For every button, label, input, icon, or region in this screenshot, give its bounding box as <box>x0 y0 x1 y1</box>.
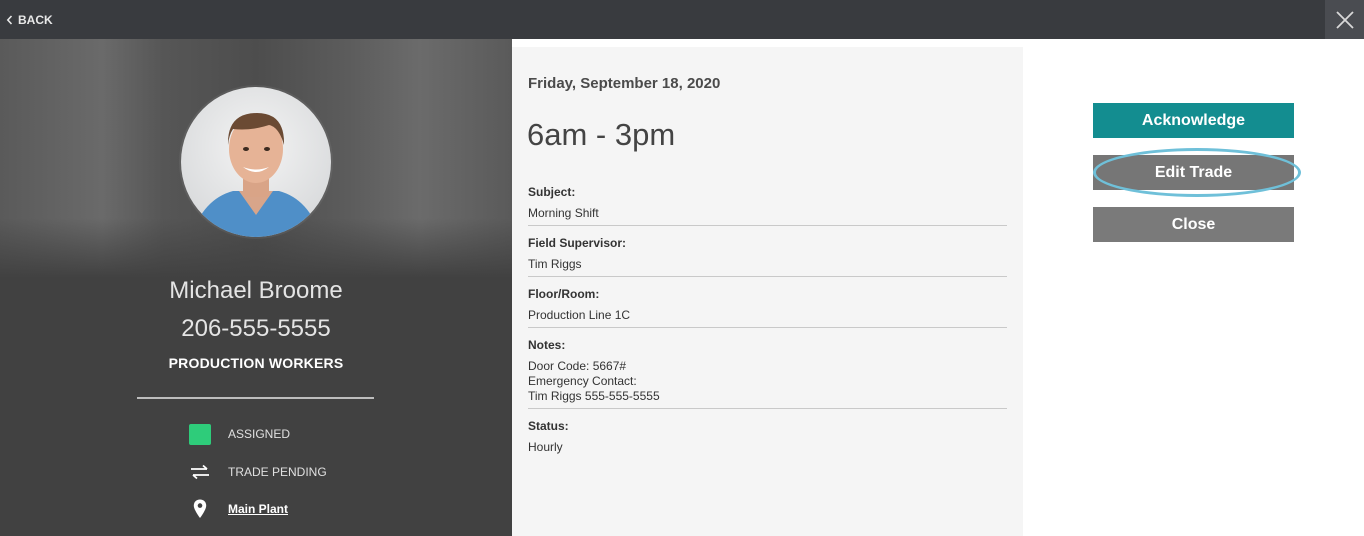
field-value: Production Line 1C <box>528 308 631 322</box>
employee-phone: 206-555-5555 <box>181 315 331 342</box>
field-subject: Subject: Morning Shift <box>528 185 1007 226</box>
field-value: Hourly <box>528 440 563 454</box>
back-button[interactable]: BACK <box>6 12 53 28</box>
back-label: BACK <box>18 13 53 27</box>
legend-trade-pending: TRADE PENDING <box>188 461 327 483</box>
acknowledge-button[interactable]: Acknowledge <box>1093 103 1294 138</box>
shift-details-panel: Friday, September 18, 2020 6am - 3pm Sub… <box>512 47 1023 536</box>
top-bar: BACK <box>0 0 1364 39</box>
location-link[interactable]: Main Plant <box>228 502 288 516</box>
employee-name: Michael Broome <box>169 277 343 304</box>
edit-trade-button[interactable]: Edit Trade <box>1093 155 1294 190</box>
close-icon <box>1335 10 1354 29</box>
field-value: Morning Shift <box>528 206 599 220</box>
field-value: Tim Riggs <box>528 257 582 271</box>
trade-pending-label: TRADE PENDING <box>228 465 327 479</box>
legend-location: Main Plant <box>188 498 288 520</box>
close-button[interactable]: Close <box>1093 207 1294 242</box>
profile-panel: Michael Broome 206-555-5555 PRODUCTION W… <box>0 39 512 536</box>
chevron-left-icon <box>6 15 13 25</box>
field-notes: Notes: Door Code: 5667# Emergency Contac… <box>528 338 1007 409</box>
close-window-button[interactable] <box>1325 0 1364 39</box>
shift-date: Friday, September 18, 2020 <box>528 75 721 92</box>
avatar <box>181 87 331 237</box>
swap-arrows-icon <box>191 464 209 480</box>
actions-panel: Acknowledge Edit Trade Close <box>1023 47 1364 536</box>
profile-divider <box>137 397 374 399</box>
field-label: Subject: <box>528 185 576 199</box>
field-floor-room: Floor/Room: Production Line 1C <box>528 287 1007 328</box>
shift-time: 6am - 3pm <box>527 117 676 152</box>
field-label: Status: <box>528 419 569 433</box>
assigned-label: ASSIGNED <box>228 427 291 441</box>
field-status: Status: Hourly <box>528 419 1007 460</box>
avatar-photo <box>181 87 331 237</box>
field-label: Floor/Room: <box>528 287 600 301</box>
map-pin-icon <box>193 499 207 518</box>
legend-assigned: ASSIGNED <box>188 423 290 445</box>
field-label: Notes: <box>528 338 566 352</box>
employee-role: PRODUCTION WORKERS <box>168 355 344 371</box>
field-value: Door Code: 5667# Emergency Contact: Tim … <box>528 359 660 403</box>
field-supervisor: Field Supervisor: Tim Riggs <box>528 236 1007 277</box>
assigned-swatch-icon <box>189 423 211 445</box>
field-label: Field Supervisor: <box>528 236 627 250</box>
